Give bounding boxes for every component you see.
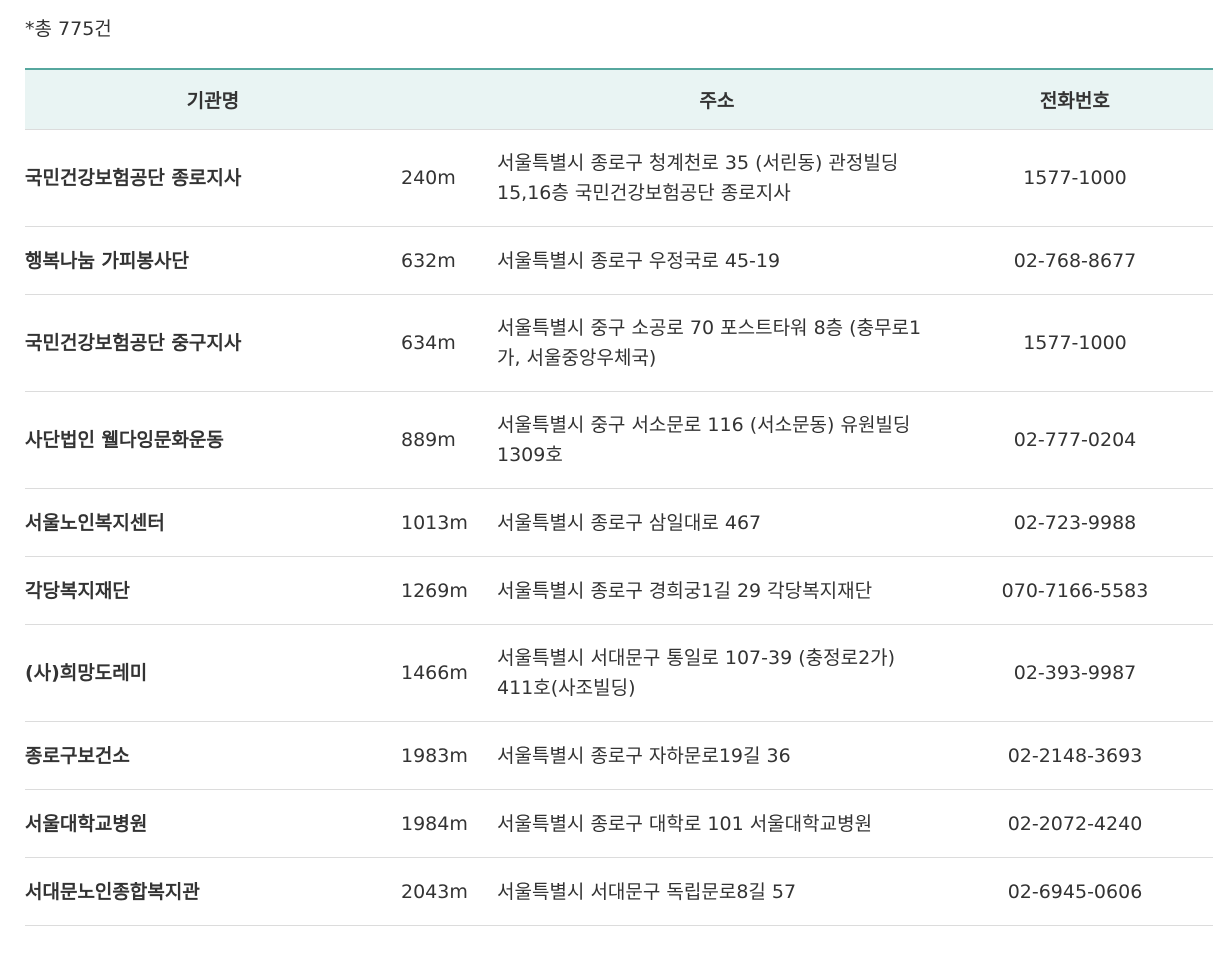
org-name: 서대문노인종합복지관 [25,857,401,926]
org-address: 서울특별시 중구 서소문로 116 (서소문동) 유원빌딩 1309호 [497,391,937,489]
org-name: 종로구보건소 [25,721,401,790]
org-phone: 02-768-8677 [937,226,1213,295]
org-phone: 1577-1000 [937,294,1213,392]
org-name: 서울대학교병원 [25,789,401,858]
org-name: 국민건강보험공단 종로지사 [25,129,401,227]
org-address: 서울특별시 종로구 삼일대로 467 [497,488,937,557]
results-container: *총 775건 기관명 주소 전화번호 국민건강보험공단 종로지사 240m 서… [25,0,1213,926]
org-address: 서울특별시 종로구 대학로 101 서울대학교병원 [497,789,937,858]
org-address: 서울특별시 종로구 경희궁1길 29 각당복지재단 [497,556,937,625]
org-distance: 1983m [401,721,497,790]
table-row: 국민건강보험공단 종로지사 240m 서울특별시 종로구 청계천로 35 (서린… [25,129,1213,227]
org-name: 행복나눔 가피봉사단 [25,226,401,295]
header-phone: 전화번호 [937,69,1213,130]
header-address: 주소 [497,69,937,130]
org-address: 서울특별시 종로구 자하문로19길 36 [497,721,937,790]
org-distance: 1984m [401,789,497,858]
org-phone: 02-393-9987 [937,624,1213,722]
org-distance: 632m [401,226,497,295]
org-address: 서울특별시 서대문구 독립문로8길 57 [497,857,937,926]
org-name: 각당복지재단 [25,556,401,625]
total-count: *총 775건 [25,18,112,40]
org-name: 사단법인 웰다잉문화운동 [25,391,401,489]
org-name: (사)희망도레미 [25,624,401,722]
table-row: 사단법인 웰다잉문화운동 889m 서울특별시 중구 서소문로 116 (서소문… [25,391,1213,489]
table-row: 행복나눔 가피봉사단 632m 서울특별시 종로구 우정국로 45-19 02-… [25,226,1213,295]
table-header-row: 기관명 주소 전화번호 [25,69,1213,130]
org-phone: 02-6945-0606 [937,857,1213,926]
table-row: 서대문노인종합복지관 2043m 서울특별시 서대문구 독립문로8길 57 02… [25,857,1213,926]
org-distance: 889m [401,391,497,489]
org-address: 서울특별시 종로구 우정국로 45-19 [497,226,937,295]
org-distance: 634m [401,294,497,392]
org-phone: 1577-1000 [937,129,1213,227]
org-distance: 1466m [401,624,497,722]
table-row: 종로구보건소 1983m 서울특별시 종로구 자하문로19길 36 02-214… [25,721,1213,790]
org-name: 서울노인복지센터 [25,488,401,557]
org-distance: 240m [401,129,497,227]
org-phone: 02-2148-3693 [937,721,1213,790]
org-address: 서울특별시 종로구 청계천로 35 (서린동) 관정빌딩 15,16층 국민건강… [497,129,937,227]
table-row: (사)희망도레미 1466m 서울특별시 서대문구 통일로 107-39 (충정… [25,624,1213,722]
org-phone: 070-7166-5583 [937,556,1213,625]
org-phone: 02-777-0204 [937,391,1213,489]
org-address: 서울특별시 중구 소공로 70 포스트타워 8층 (충무로1가, 서울중앙우체국… [497,294,937,392]
table-row: 서울노인복지센터 1013m 서울특별시 종로구 삼일대로 467 02-723… [25,488,1213,557]
org-address: 서울특별시 서대문구 통일로 107-39 (충정로2가) 411호(사조빌딩) [497,624,937,722]
org-distance: 2043m [401,857,497,926]
table-row: 각당복지재단 1269m 서울특별시 종로구 경희궁1길 29 각당복지재단 0… [25,556,1213,625]
org-phone: 02-2072-4240 [937,789,1213,858]
header-distance-spacer [401,69,497,130]
org-name: 국민건강보험공단 중구지사 [25,294,401,392]
org-distance: 1013m [401,488,497,557]
table-row: 서울대학교병원 1984m 서울특별시 종로구 대학로 101 서울대학교병원 … [25,789,1213,858]
table-row: 국민건강보험공단 중구지사 634m 서울특별시 중구 소공로 70 포스트타워… [25,294,1213,392]
header-name: 기관명 [25,69,401,130]
org-distance: 1269m [401,556,497,625]
org-phone: 02-723-9988 [937,488,1213,557]
organization-table: 기관명 주소 전화번호 국민건강보험공단 종로지사 240m 서울특별시 종로구… [25,68,1213,926]
